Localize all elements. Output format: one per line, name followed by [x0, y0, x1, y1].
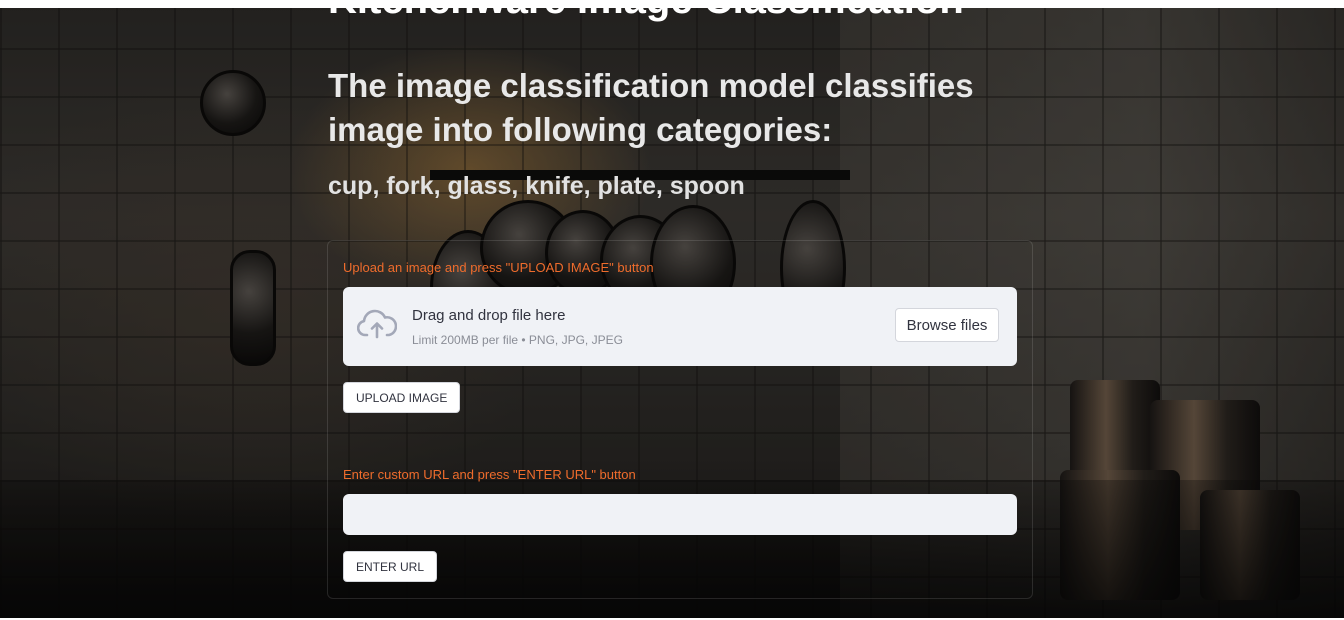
top-edge	[0, 0, 1344, 8]
url-input[interactable]	[343, 494, 1017, 535]
file-dropzone[interactable]: Drag and drop file here Limit 200MB per …	[343, 287, 1017, 366]
dropzone-title: Drag and drop file here	[412, 307, 566, 324]
upload-image-button[interactable]: UPLOAD IMAGE	[343, 382, 461, 413]
upload-label: Upload an image and press "UPLOAD IMAGE"…	[343, 260, 654, 275]
enter-url-button[interactable]: ENTER URL	[343, 551, 438, 582]
main-content: Kitchenware Image Classification The ima…	[0, 0, 1344, 618]
page-subtitle: The image classification model classifie…	[328, 67, 974, 148]
categories-list: cup, fork, glass, knife, plate, spoon	[328, 172, 745, 200]
url-label: Enter custom URL and press "ENTER URL" b…	[343, 467, 636, 482]
dropzone-limit-text: Limit 200MB per file • PNG, JPG, JPEG	[412, 333, 623, 347]
cloud-upload-icon	[357, 309, 397, 339]
browse-files-button[interactable]: Browse files	[895, 308, 999, 342]
